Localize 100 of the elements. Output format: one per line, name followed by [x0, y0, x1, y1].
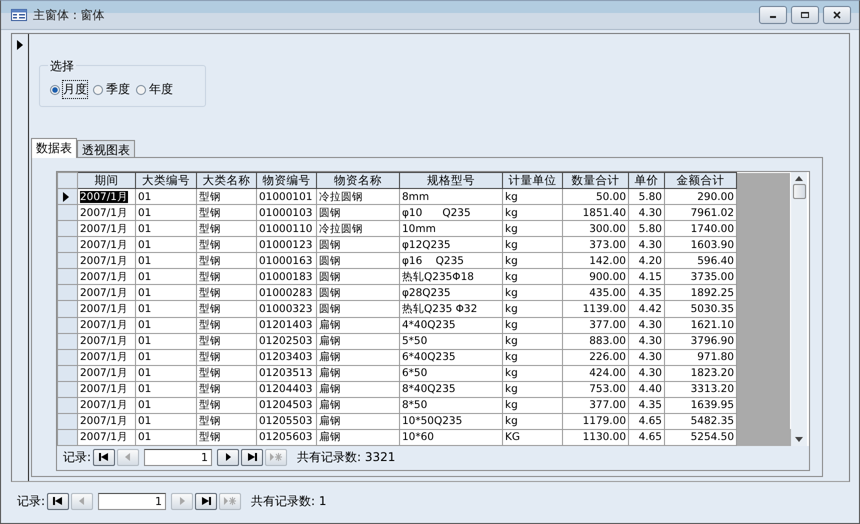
- next-record-button[interactable]: [217, 448, 240, 466]
- table-cell: 圆钢: [319, 206, 341, 219]
- column-header[interactable]: 大类编号: [136, 172, 196, 188]
- first-record-button[interactable]: [93, 448, 116, 466]
- table-cell: 5*50: [402, 335, 428, 348]
- table-cell: kg: [505, 254, 518, 267]
- column-header[interactable]: 物资名称: [316, 172, 400, 188]
- table-cell: φ16 Q235: [402, 254, 464, 267]
- table-cell: 型钢: [199, 190, 221, 203]
- column-header[interactable]: 金额合计: [664, 172, 736, 188]
- table-cell: 377.00: [589, 399, 626, 412]
- scroll-thumb[interactable]: [792, 184, 806, 199]
- radio-option[interactable]: 年度: [136, 81, 173, 98]
- tab[interactable]: 透视图表: [77, 140, 135, 157]
- table-cell: 2007/1月: [80, 190, 128, 203]
- table-cell: 01000183: [259, 270, 312, 283]
- table-cell: kg: [505, 399, 518, 412]
- table-cell: 01: [138, 302, 152, 315]
- table-cell: 1851.40: [582, 206, 626, 219]
- table-cell: 01204403: [259, 383, 312, 396]
- restore-icon: [800, 10, 810, 20]
- table-cell: 435.00: [589, 286, 626, 299]
- table-cell: 01: [138, 222, 152, 235]
- record-number-field[interactable]: 1: [144, 448, 212, 466]
- table-cell: 3796.90: [690, 335, 734, 348]
- vertical-scrollbar[interactable]: [791, 172, 807, 446]
- table-cell: 4.30: [638, 206, 662, 219]
- table-cell: 424.00: [589, 367, 626, 380]
- table-cell: 5.80: [638, 222, 662, 235]
- minimize-button[interactable]: [759, 6, 787, 24]
- table-cell: 型钢: [199, 222, 221, 235]
- last-record-button[interactable]: [195, 492, 218, 510]
- table-cell: 5030.35: [690, 302, 734, 315]
- column-header[interactable]: 规格型号: [400, 172, 502, 188]
- table-cell: 3735.00: [690, 270, 734, 283]
- table-cell: 4.65: [638, 415, 662, 428]
- table-cell: 型钢: [199, 415, 221, 428]
- table-cell: kg: [505, 190, 518, 203]
- radio-option[interactable]: 季度: [93, 81, 130, 98]
- table-cell: 扁钢: [319, 335, 341, 348]
- column-header[interactable]: 期间: [78, 172, 136, 188]
- radio-option[interactable]: 月度: [50, 81, 87, 98]
- table-cell: 5.80: [638, 190, 662, 203]
- last-record-button[interactable]: [241, 448, 264, 466]
- table-cell: 290.00: [697, 190, 734, 203]
- column-header[interactable]: 计量单位: [502, 172, 562, 188]
- scroll-down-icon[interactable]: [795, 437, 803, 442]
- table-cell: 型钢: [199, 302, 221, 315]
- table-cell: 1139.00: [582, 302, 626, 315]
- table-cell: 4.30: [638, 367, 662, 380]
- table-cell: 冷拉圆钢: [319, 190, 363, 203]
- table-cell: 4.15: [638, 270, 662, 283]
- table-cell: 753.00: [589, 383, 626, 396]
- table-cell: 圆钢: [319, 270, 341, 283]
- new-record-icon: [223, 496, 238, 506]
- first-record-button[interactable]: [47, 492, 70, 510]
- table-cell: φ10 Q235: [402, 206, 471, 219]
- table-cell: 4.42: [638, 302, 662, 315]
- table-cell: 型钢: [199, 335, 221, 348]
- table-cell: 7961.02: [690, 206, 734, 219]
- form-icon: [11, 9, 27, 21]
- tab[interactable]: 数据表: [31, 138, 77, 158]
- table-cell: 型钢: [199, 319, 221, 332]
- table-cell: 扁钢: [319, 367, 341, 380]
- column-header[interactable]: 物资编号: [256, 172, 316, 188]
- window-title: 主窗体 : 窗体: [33, 6, 105, 24]
- restore-button[interactable]: [791, 6, 819, 24]
- table-cell: 883.00: [589, 335, 626, 348]
- column-header[interactable]: 数量合计: [562, 172, 628, 188]
- table-cell: 01: [138, 415, 152, 428]
- navigator-label: 记录:: [63, 448, 92, 466]
- close-button[interactable]: [823, 6, 851, 24]
- table-cell: 型钢: [199, 206, 221, 219]
- table-cell: kg: [505, 270, 518, 283]
- table-cell: 1621.10: [690, 319, 734, 332]
- scroll-up-icon[interactable]: [795, 176, 803, 181]
- column-header[interactable]: 大类名称: [196, 172, 256, 188]
- table-cell: 2007/1月: [80, 431, 128, 444]
- table-cell: 373.00: [589, 238, 626, 251]
- table-cell: 圆钢: [319, 254, 341, 267]
- table-cell: kg: [505, 319, 518, 332]
- column-header[interactable]: 单价: [628, 172, 664, 188]
- row-selector[interactable]: [58, 188, 78, 205]
- table-cell: 型钢: [199, 431, 221, 444]
- table-cell: 01000283: [259, 286, 312, 299]
- table-cell: 300.00: [589, 222, 626, 235]
- table-cell: 1892.25: [690, 286, 734, 299]
- table-cell: 4.20: [638, 254, 662, 267]
- table-cell: 01000103: [259, 206, 312, 219]
- table-cell: 01205603: [259, 431, 312, 444]
- table-cell: 01: [138, 286, 152, 299]
- table-cell: 型钢: [199, 367, 221, 380]
- table-cell: 971.80: [697, 351, 734, 364]
- record-number-field[interactable]: 1: [98, 492, 166, 510]
- table-cell: 4.30: [638, 351, 662, 364]
- table-cell: 2007/1月: [80, 319, 128, 332]
- table-cell: 5254.50: [690, 431, 734, 444]
- table-cell: kg: [505, 351, 518, 364]
- table-cell: 8mm: [402, 190, 430, 203]
- table-cell: 8*40Q235: [402, 383, 456, 396]
